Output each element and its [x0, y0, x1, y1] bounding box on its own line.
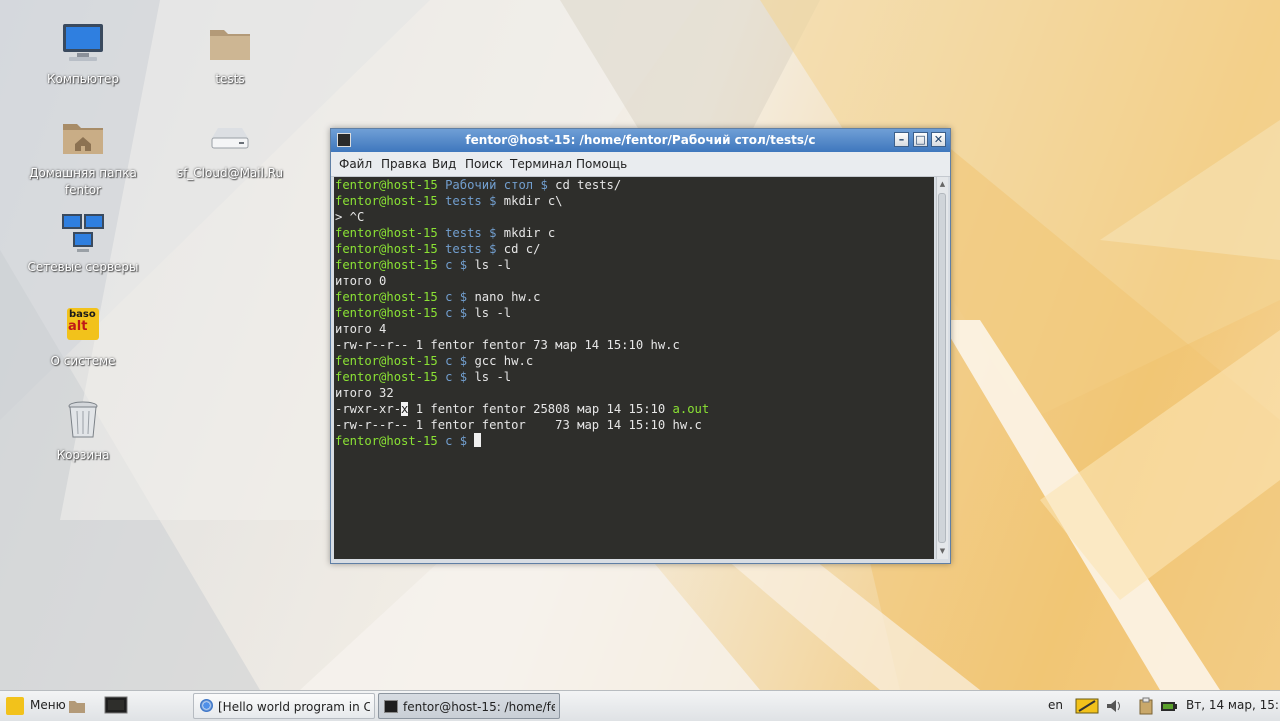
terminal-prompt-line: fentor@host-15 c $ ls -l — [335, 370, 512, 384]
network-status-icon[interactable] — [1075, 697, 1099, 715]
scroll-up-arrow-icon[interactable]: ▲ — [938, 180, 947, 189]
desktop-icon-label: Сетевые серверы — [27, 260, 139, 274]
menu-bar: Файл Правка Вид Поиск Терминал Помощь — [331, 152, 950, 177]
menu-help[interactable]: Помощь — [576, 157, 627, 171]
terminal-window[interactable]: fentor@host-15: /home/fentor/Рабочий сто… — [330, 128, 951, 564]
file-manager-launcher-icon[interactable] — [68, 697, 86, 715]
desktop-icon-label: О системе — [50, 354, 116, 368]
clock[interactable]: Вт, 14 мар, 15:11 — [1186, 698, 1280, 712]
volume-icon[interactable] — [1105, 697, 1123, 715]
taskbar: Меню [Hello world program in C ... fento… — [0, 690, 1280, 721]
desktop-icon-trash[interactable]: Корзина — [23, 396, 143, 464]
menu-search[interactable]: Поиск — [465, 157, 503, 171]
window-titlebar[interactable]: fentor@host-15: /home/fentor/Рабочий сто… — [331, 129, 950, 152]
chromium-icon — [200, 699, 213, 712]
terminal-output[interactable]: fentor@host-15 Рабочий стол $ cd tests/f… — [334, 177, 934, 559]
keyboard-layout-indicator[interactable]: en — [1048, 698, 1063, 712]
task-label: fentor@host-15: /home/fen... — [403, 700, 555, 714]
desktop-icon-label: Домашняя папка fentor — [29, 166, 137, 197]
desktop-icon-tests[interactable]: tests — [170, 20, 290, 88]
task-browser-window[interactable]: [Hello world program in C ... — [193, 693, 375, 719]
close-button[interactable]: ✕ — [931, 132, 946, 147]
terminal-prompt-line: fentor@host-15 c $ ls -l — [335, 306, 512, 320]
scrollbar-thumb[interactable] — [938, 193, 946, 543]
maximize-button[interactable]: □ — [913, 132, 928, 147]
menu-edit[interactable]: Правка — [381, 157, 427, 171]
terminal-prompt-line: fentor@host-15 tests $ mkdir c\ — [335, 194, 563, 208]
basealt-menu-icon — [6, 697, 24, 715]
terminal-line: итого 32 — [335, 386, 394, 400]
terminal-prompt-line: fentor@host-15 c $ gcc hw.c — [335, 354, 534, 368]
terminal-line: > ^C — [335, 210, 365, 224]
desktop-icon-computer[interactable]: Компьютер — [23, 20, 143, 88]
terminal-lines: fentor@host-15 Рабочий стол $ cd tests/f… — [334, 177, 934, 401]
trash-icon — [68, 401, 98, 438]
terminal-line: -rw-r--r-- 1 fentor fentor 73 мар 14 15:… — [335, 338, 680, 352]
terminal-prompt-line: fentor@host-15 c $ ls -l — [335, 258, 512, 272]
terminal-prompt-line: fentor@host-15 Рабочий стол $ cd tests/ — [335, 178, 622, 192]
desktop-icon-label: Корзина — [56, 448, 110, 462]
drive-icon — [211, 128, 249, 149]
clipboard-icon[interactable] — [1137, 697, 1155, 715]
terminal-line: итого 0 — [335, 274, 387, 288]
terminal-task-icon — [384, 700, 398, 713]
desktop-icon-label: tests — [215, 72, 245, 86]
start-menu-button[interactable]: Меню — [4, 691, 66, 721]
desktop-icon-cloud-drive[interactable]: sf_Cloud@Mail.Ru — [170, 114, 290, 182]
terminal-scrollbar[interactable]: ▲ ▼ — [936, 177, 948, 559]
terminal-line: -rw-r--r-- 1 fentor fentor 73 мар 14 15:… — [335, 418, 702, 432]
terminal-prompt-line: fentor@host-15 tests $ cd c/ — [335, 242, 541, 256]
terminal-prompt-line: fentor@host-15 c $ nano hw.c — [335, 290, 541, 304]
start-menu-label: Меню — [30, 698, 66, 712]
terminal-prompt-line: fentor@host-15 tests $ mkdir c — [335, 226, 556, 240]
desktop-icon-home-folder[interactable]: Домашняя папка fentor — [23, 114, 143, 199]
computer-icon — [63, 24, 103, 61]
terminal-launcher-icon[interactable] — [104, 696, 128, 716]
menu-file[interactable]: Файл — [339, 157, 372, 171]
menu-terminal[interactable]: Терминал — [510, 157, 572, 171]
task-terminal-window[interactable]: fentor@host-15: /home/fen... — [378, 693, 560, 719]
desktop-icon-label: Компьютер — [47, 72, 119, 86]
terminal-line: -rwxr-xr-x 1 fentor fentor 25808 мар 14 … — [335, 402, 710, 416]
basealt-logo-icon: baso alt — [59, 302, 107, 350]
scroll-down-arrow-icon[interactable]: ▼ — [938, 547, 947, 556]
folder-icon — [210, 30, 250, 60]
desktop-icon-label: sf_Cloud@Mail.Ru — [176, 166, 284, 180]
minimize-button[interactable]: – — [894, 132, 909, 147]
terminal-cursor — [474, 433, 482, 447]
desktop-icon-network-servers[interactable]: Сетевые серверы — [23, 208, 143, 276]
menu-view[interactable]: Вид — [432, 157, 456, 171]
desktop-icon-about-system[interactable]: baso alt О системе — [23, 302, 143, 370]
terminal-line: итого 4 — [335, 322, 387, 336]
battery-power-icon[interactable] — [1160, 697, 1178, 715]
terminal-prompt-line: fentor@host-15 c $ — [334, 433, 934, 449]
task-label: [Hello world program in C ... — [218, 700, 370, 714]
home-folder-icon — [63, 124, 103, 154]
network-icon — [62, 214, 104, 252]
window-title: fentor@host-15: /home/fentor/Рабочий сто… — [465, 133, 816, 147]
